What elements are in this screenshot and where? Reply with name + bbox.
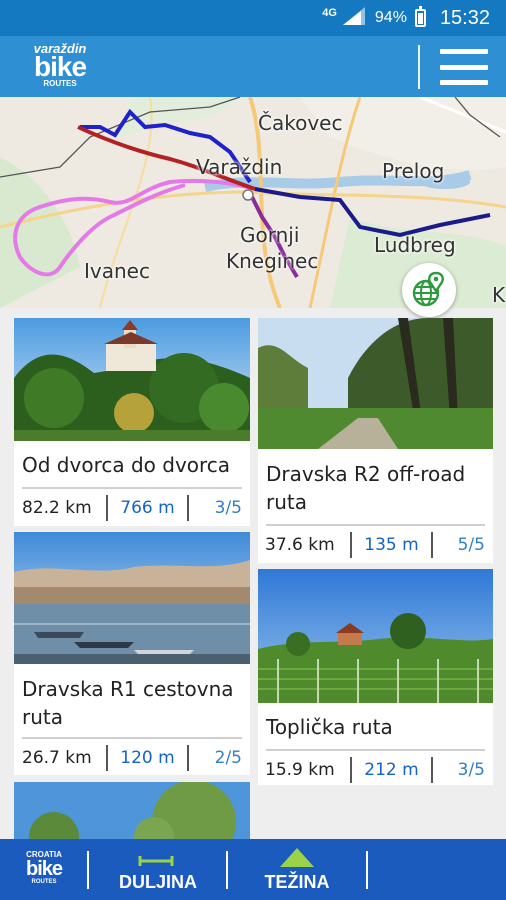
route-divider — [22, 487, 242, 489]
sort-by-difficulty-button[interactable]: TEŽINA — [238, 847, 356, 895]
route-photo — [14, 318, 250, 441]
battery-icon — [414, 6, 426, 27]
route-title: Dravska R1 cestovna ruta — [22, 677, 234, 729]
route-title: Dravska R2 off-road ruta — [266, 462, 466, 514]
length-label: DULJINA — [118, 872, 197, 892]
route-card[interactable]: Dravska R1 cestovna ruta 26.7 km 120 m 2… — [14, 532, 250, 775]
menu-line — [440, 80, 488, 85]
route-stats: 37.6 km 135 m 5/5 — [258, 532, 493, 558]
route-difficulty: 3/5 — [214, 498, 242, 518]
route-elevation: 212 m — [364, 760, 419, 780]
route-stats: 26.7 km 120 m 2/5 — [14, 745, 250, 771]
map-label-prelog: Prelog — [382, 159, 445, 183]
croatia-bike-routes-logo[interactable]: CROATIA bike ROUTES — [19, 851, 69, 886]
route-divider — [266, 524, 485, 526]
route-card[interactable] — [14, 782, 250, 839]
route-photo — [258, 569, 493, 703]
network-type: 4G — [322, 7, 337, 19]
bottom-navigation: CROATIA bike ROUTES DULJINA TEŽINA — [0, 839, 506, 900]
route-distance: 15.9 km — [265, 760, 335, 780]
length-ruler-icon — [138, 851, 174, 872]
route-photo — [14, 782, 250, 839]
route-stats: 82.2 km 766 m 3/5 — [14, 495, 250, 521]
map-globe-pin-icon[interactable] — [402, 263, 456, 317]
clock: 15:32 — [439, 6, 490, 29]
route-card[interactable]: Toplička ruta 15.9 km 212 m 3/5 — [258, 569, 493, 785]
route-difficulty: 5/5 — [457, 535, 485, 555]
map-label-ivanec: Ivanec — [84, 259, 150, 283]
map-label-cakovec: Čakovec — [258, 111, 343, 135]
difficulty-label: TEŽINA — [264, 872, 330, 892]
route-title: Toplička ruta — [266, 715, 393, 739]
logo-line3: ROUTES — [43, 79, 77, 88]
route-photo — [258, 318, 493, 449]
sort-by-length-button[interactable]: DULJINA — [100, 847, 216, 895]
varazdin-bike-routes-logo[interactable]: varaždin bike ROUTES — [20, 42, 100, 90]
route-distance: 26.7 km — [22, 748, 92, 768]
nav-separator — [226, 851, 228, 889]
signal-icon — [342, 6, 365, 30]
battery-percent: 94% — [374, 9, 407, 26]
app-screen: 4G 94% 15:32 varaždin bike ROUTES Čakove… — [0, 0, 506, 900]
menu-line — [440, 49, 488, 54]
nav-separator — [87, 851, 89, 889]
route-elevation: 766 m — [120, 498, 175, 518]
route-elevation: 135 m — [364, 535, 419, 555]
route-distance: 37.6 km — [265, 535, 335, 555]
route-distance: 82.2 km — [22, 498, 92, 518]
logo-line2: bike — [33, 51, 87, 82]
route-divider — [266, 749, 485, 751]
map-label-ludbreg: Ludbreg — [374, 233, 456, 257]
bottom-logo-line2: bike — [25, 858, 63, 880]
map-label-k: K — [492, 283, 506, 307]
route-card[interactable]: Od dvorca do dvorca 82.2 km 766 m 3/5 — [14, 318, 250, 526]
map-label-gornji: Gornji — [240, 223, 300, 247]
map-label-varazdin: Varaždin — [196, 155, 283, 179]
map-label-kneginec: Kneginec — [226, 249, 319, 273]
status-bar: 4G 94% 15:32 — [0, 0, 506, 36]
route-title: Od dvorca do dvorca — [22, 453, 231, 477]
route-difficulty: 2/5 — [214, 748, 242, 768]
menu-line — [440, 64, 488, 70]
nav-separator — [366, 851, 368, 889]
route-card[interactable]: Dravska R2 off-road ruta 37.6 km 135 m 5… — [258, 318, 493, 563]
route-difficulty: 3/5 — [457, 760, 485, 780]
route-elevation: 120 m — [120, 748, 175, 768]
route-divider — [22, 737, 242, 739]
app-bar-divider — [418, 45, 420, 89]
route-photo — [14, 532, 250, 664]
route-stats: 15.9 km 212 m 3/5 — [258, 757, 493, 783]
hamburger-menu-icon[interactable] — [440, 49, 488, 85]
app-bar: varaždin bike ROUTES — [0, 36, 506, 97]
difficulty-mountain-icon — [278, 846, 316, 873]
